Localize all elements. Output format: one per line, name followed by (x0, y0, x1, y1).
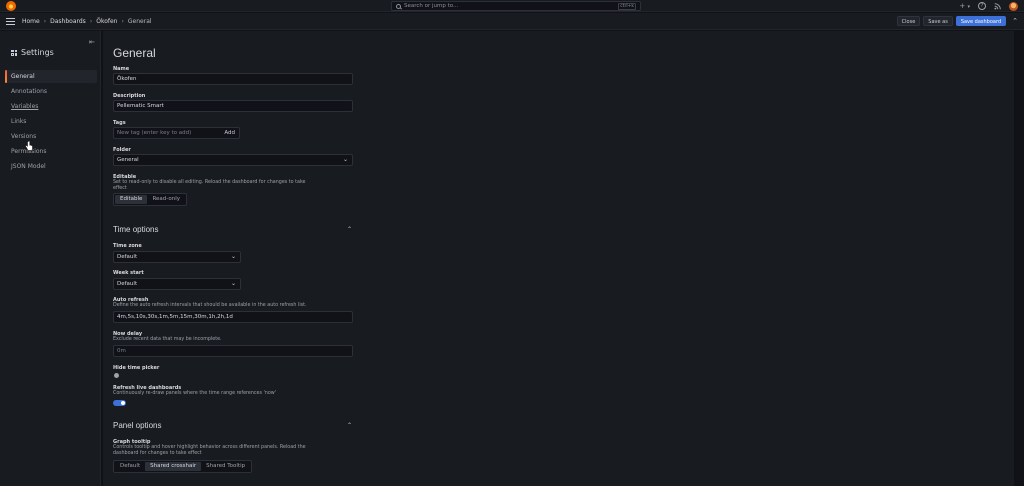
top-bar: Search or jump to... ctrl+k + ▾ ? (0, 0, 1024, 12)
timezone-label: Time zone (113, 243, 142, 249)
hidepicker-label: Hide time picker (113, 365, 160, 371)
chevron-down-icon: ⌄ (230, 253, 236, 260)
main-content: General Name Ökofen Description Pellemat… (103, 31, 1024, 486)
sidebar-item-general[interactable]: General (5, 70, 97, 83)
tags-placeholder: New tag (enter key to add) (117, 130, 192, 136)
chevron-up-icon[interactable]: ⌃ (1012, 17, 1018, 25)
grafana-logo-icon[interactable] (6, 1, 16, 11)
tooltip-default-option[interactable]: Default (115, 462, 145, 471)
breadcrumb-separator: › (121, 18, 124, 25)
panel-options-title[interactable]: Panel options (113, 421, 161, 430)
page-title: General (113, 46, 156, 60)
plus-icon[interactable]: + ▾ (959, 1, 970, 12)
breadcrumb-separator: › (89, 18, 93, 25)
apps-icon (11, 49, 17, 56)
settings-panel: General Name Ökofen Description Pellemat… (103, 31, 1014, 486)
tags-label: Tags (113, 120, 126, 126)
breadcrumb-dashboard[interactable]: Ökofen (96, 18, 117, 25)
timezone-value: Default (117, 254, 138, 260)
user-avatar[interactable] (1009, 1, 1018, 11)
chevron-down-icon: ⌄ (230, 280, 236, 287)
chevron-up-icon[interactable]: ⌃ (347, 226, 352, 233)
sidebar-item-annotations[interactable]: Annotations (5, 85, 97, 98)
menu-icon[interactable] (6, 18, 15, 25)
breadcrumb-dashboards[interactable]: Dashboards (50, 18, 86, 25)
tooltip-shared-crosshair-option[interactable]: Shared crosshair (145, 462, 202, 471)
name-field[interactable]: Ökofen (113, 73, 353, 85)
rss-icon[interactable] (994, 2, 1001, 10)
save-dashboard-button[interactable]: Save dashboard (955, 16, 1007, 26)
search-icon (396, 3, 401, 9)
weekstart-select[interactable]: Default ⌄ (113, 278, 241, 290)
breadcrumb-separator: › (43, 18, 47, 25)
chevron-up-icon[interactable]: ⌃ (347, 422, 352, 429)
name-label: Name (113, 66, 130, 72)
tags-add-button[interactable]: Add (224, 128, 235, 138)
tooltip-shared-tooltip-option[interactable]: Shared Tooltip (201, 462, 250, 471)
search-shortcut: ctrl+k (618, 2, 636, 10)
refreshlive-description: Continuously re-draw panels where the ti… (113, 391, 277, 396)
folder-select[interactable]: General ⌄ (113, 154, 353, 166)
editable-radio-group: Editable Read-only (113, 193, 187, 206)
sidebar-item-permissions[interactable]: Permissions (5, 145, 97, 158)
settings-sidebar: ⇤ Settings General Annotations Variables… (0, 31, 101, 486)
folder-value: General (117, 157, 139, 163)
sidebar-item-json-model[interactable]: JSON Model (5, 160, 97, 173)
sidebar-item-variables[interactable]: Variables (5, 100, 97, 113)
time-options-title[interactable]: Time options (113, 225, 159, 234)
help-icon[interactable]: ? (978, 2, 986, 10)
read-only-option[interactable]: Read-only (147, 195, 185, 204)
autorefresh-field[interactable]: 4m,5s,10s,30s,1m,5m,15m,30m,1h,2h,1d (113, 311, 353, 323)
tooltip-radio-group: Default Shared crosshair Shared Tooltip (113, 460, 253, 473)
weekstart-value: Default (117, 281, 138, 287)
settings-title: Settings (11, 48, 54, 57)
tooltip-description: Controls tooltip and hover highlight beh… (113, 445, 306, 456)
breadcrumb-home[interactable]: Home (22, 18, 40, 25)
nowdelay-description: Exclude recent data that may be incomple… (113, 337, 222, 342)
dock-menu-icon[interactable]: ⇤ (89, 38, 95, 46)
refreshlive-toggle[interactable] (113, 400, 126, 406)
nowdelay-field[interactable]: 0m (113, 345, 353, 357)
description-label: Description (113, 93, 146, 99)
settings-title-label: Settings (21, 48, 54, 57)
search-placeholder: Search or jump to... (404, 3, 459, 9)
folder-label: Folder (113, 147, 131, 153)
timezone-select[interactable]: Default ⌄ (113, 251, 241, 263)
close-button[interactable]: Close (896, 16, 921, 26)
chevron-down-icon: ⌄ (342, 156, 348, 163)
breadcrumb-current: General (127, 18, 152, 25)
autorefresh-description: Define the auto refresh intervals that s… (113, 303, 307, 308)
editable-option[interactable]: Editable (115, 195, 148, 204)
weekstart-label: Week start (113, 270, 144, 276)
breadcrumb: Home › Dashboards › Ökofen › General (22, 13, 152, 30)
sidebar-item-links[interactable]: Links (5, 115, 97, 128)
tags-input[interactable]: New tag (enter key to add) Add (113, 127, 240, 139)
editable-description: Set to read-only to disable all editing.… (113, 180, 306, 191)
search-input[interactable]: Search or jump to... ctrl+k (391, 1, 641, 11)
hidepicker-toggle[interactable] (114, 373, 119, 378)
save-as-button[interactable]: Save as (923, 16, 953, 26)
nav-bar: Home › Dashboards › Ökofen › General Clo… (0, 13, 1024, 30)
sidebar-item-versions[interactable]: Versions (5, 130, 97, 143)
hand-cursor-icon (25, 141, 33, 151)
description-field[interactable]: Pellematic Smart (113, 100, 353, 112)
